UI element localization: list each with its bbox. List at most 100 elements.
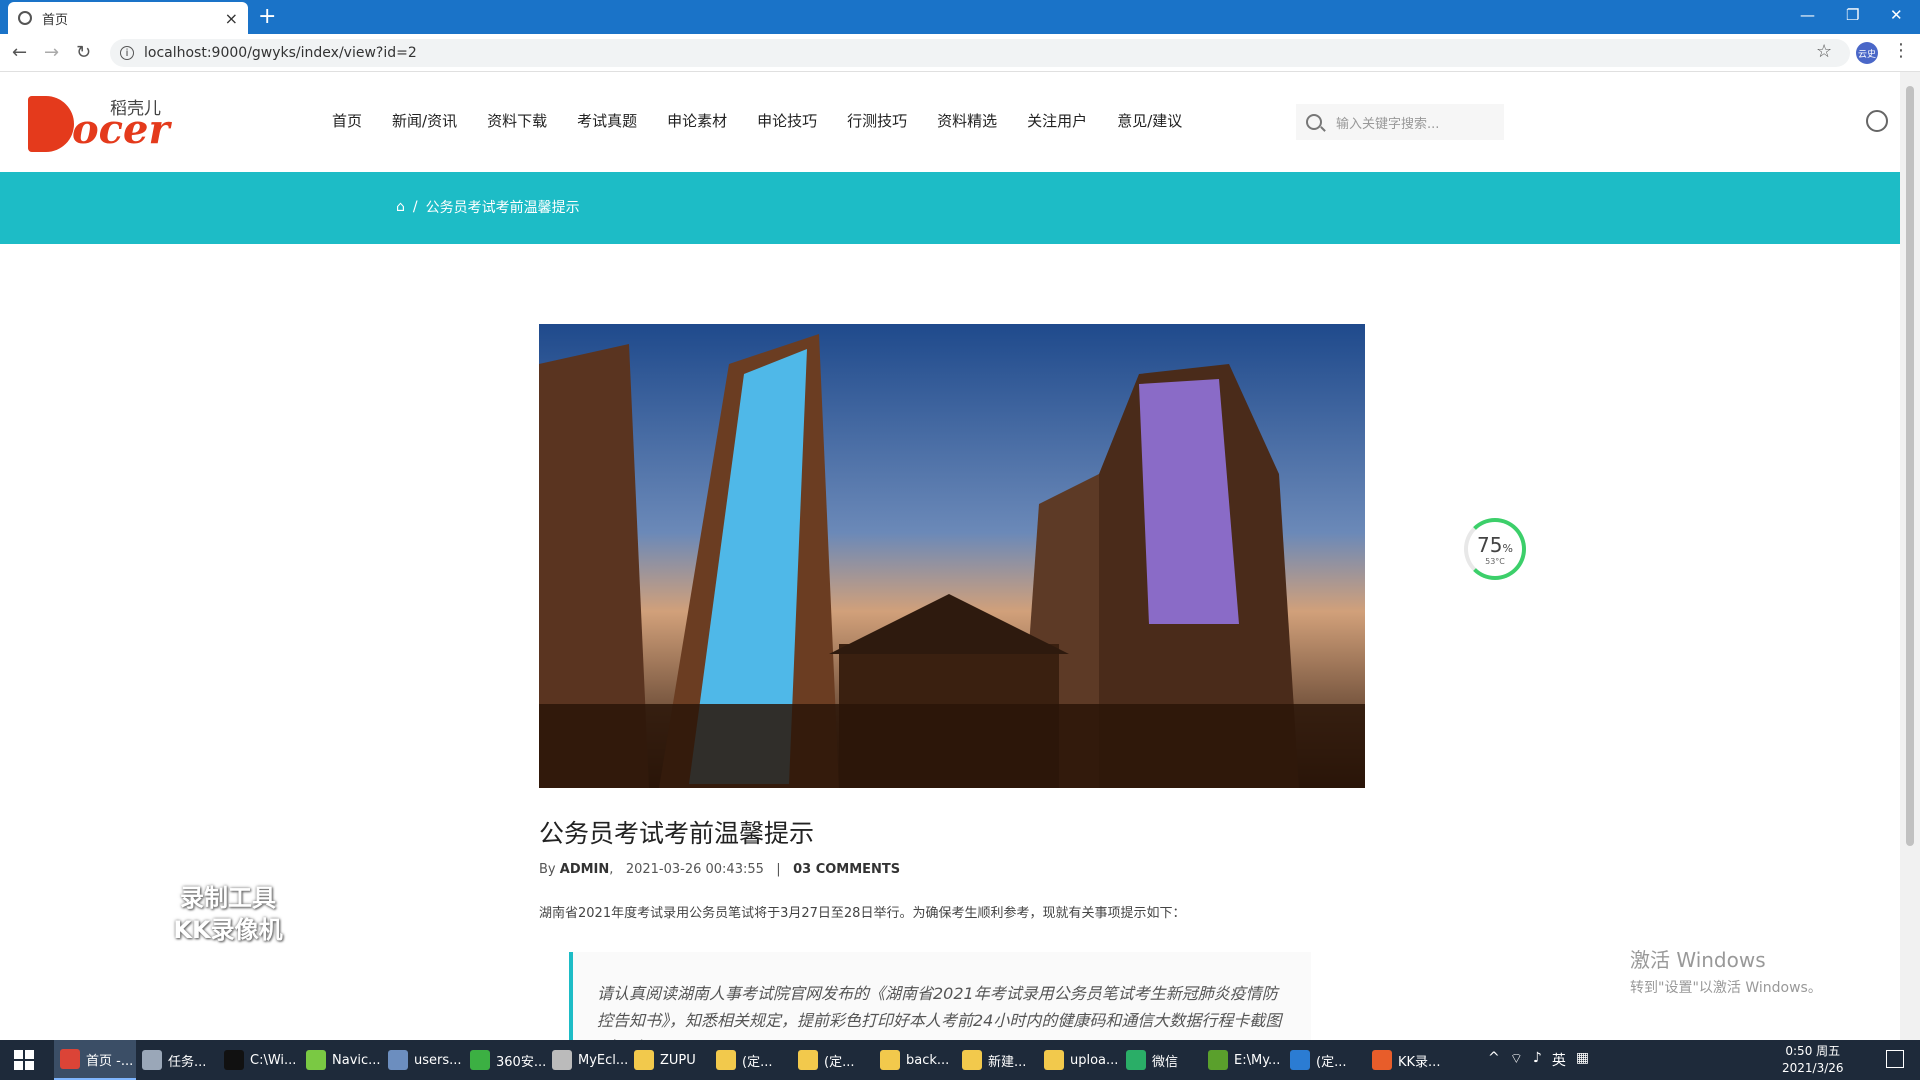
bookmark-star-icon[interactable]: ☆: [1816, 41, 1832, 62]
nav-item-follow-users[interactable]: 关注用户: [1027, 110, 1087, 131]
nav-item-home[interactable]: 首页: [332, 110, 362, 131]
nav-item-essay-tips[interactable]: 申论技巧: [757, 110, 817, 131]
taskbar-item-label: 微信: [1152, 1054, 1179, 1070]
restore-icon[interactable]: ❐: [1846, 6, 1859, 24]
windows-taskbar: 首页 -... 任务... C:\Wi... Navic... users... 360安…: [0, 1040, 1920, 1080]
taskbar-item[interactable]: (定...: [710, 1040, 792, 1080]
network-icon[interactable]: ⌔: [1510, 1050, 1523, 1070]
page-scrollbar[interactable]: [1900, 72, 1920, 1040]
reload-icon[interactable]: ↻: [76, 42, 91, 63]
meta-by: By: [539, 862, 556, 877]
info-icon[interactable]: i: [120, 46, 134, 60]
hotel-towers-illustration: [539, 324, 1365, 788]
nav-item-aptitude-tips[interactable]: 行测技巧: [847, 110, 907, 131]
gauge-value: 75%: [1477, 532, 1513, 557]
taskbar-item[interactable]: KK录...: [1366, 1040, 1448, 1080]
site-header: ocer 稻壳儿 首页 新闻/资讯 资料下载 考试真题 申论素材 申论技巧 行测…: [0, 72, 1900, 172]
nav-item-past-exams[interactable]: 考试真题: [577, 110, 637, 131]
app-icon: [142, 1050, 162, 1070]
minimize-icon[interactable]: —: [1800, 6, 1815, 24]
user-icon[interactable]: [1866, 110, 1888, 132]
nav-item-feedback[interactable]: 意见/建议: [1117, 110, 1182, 131]
taskbar-item[interactable]: back...: [874, 1040, 956, 1080]
taskbar-item[interactable]: 首页 -...: [54, 1040, 136, 1080]
app-icon: [1372, 1050, 1392, 1070]
taskbar-item-label: 新建...: [988, 1054, 1027, 1070]
close-window-icon[interactable]: ✕: [1890, 6, 1903, 24]
breadcrumb: ⌂ / 公务员考试考前温馨提示: [396, 197, 580, 217]
taskbar-item[interactable]: 新建...: [956, 1040, 1038, 1080]
app-icon: [1208, 1050, 1228, 1070]
meta-comments-link[interactable]: 03 COMMENTS: [793, 862, 900, 877]
app-icon: [1290, 1050, 1310, 1070]
breadcrumb-current: 公务员考试考前温馨提示: [425, 200, 580, 216]
app-icon: [552, 1050, 572, 1070]
taskbar-item-label: E:\My...: [1234, 1052, 1281, 1068]
app-icon: [1126, 1050, 1146, 1070]
tray-expand-icon[interactable]: ^: [1488, 1050, 1500, 1070]
memory-gauge-widget[interactable]: 75% 53°C: [1464, 518, 1526, 580]
site-logo[interactable]: ocer 稻壳儿: [28, 96, 170, 153]
taskbar-item-label: MyEcl...: [578, 1052, 628, 1068]
back-icon[interactable]: ←: [12, 42, 27, 63]
taskbar-clock[interactable]: 0:50 周五 2021/3/26: [1782, 1043, 1844, 1077]
forward-icon[interactable]: →: [44, 42, 59, 63]
taskbar-item-label: ZUPU: [660, 1052, 696, 1068]
app-icon: [962, 1050, 982, 1070]
new-tab-button[interactable]: +: [258, 4, 276, 29]
search-box[interactable]: 输入关键字搜索...: [1296, 104, 1504, 140]
notification-center-icon[interactable]: [1886, 1050, 1904, 1068]
main-nav: 首页 新闻/资讯 资料下载 考试真题 申论素材 申论技巧 行测技巧 资料精选 关…: [332, 110, 1212, 131]
taskbar-item[interactable]: 任务...: [136, 1040, 218, 1080]
taskbar-item[interactable]: (定...: [792, 1040, 874, 1080]
scrollbar-thumb[interactable]: [1906, 86, 1914, 846]
app-icon: [634, 1050, 654, 1070]
windows-start-icon[interactable]: [14, 1050, 34, 1070]
taskbar-item-label: KK录...: [1398, 1054, 1441, 1070]
tab-close-button[interactable]: ×: [225, 9, 238, 28]
url-text: localhost:9000/gwyks/index/view?id=2: [144, 45, 417, 61]
article-meta: By ADMIN, 2021-03-26 00:43:55 | 03 COMME…: [539, 862, 901, 877]
input-language[interactable]: 英: [1552, 1050, 1566, 1070]
taskbar-item[interactable]: ZUPU: [628, 1040, 710, 1080]
nav-item-selected-materials[interactable]: 资料精选: [937, 110, 997, 131]
recorder-watermark: 录制工具 KK录像机: [173, 884, 283, 944]
app-icon: [388, 1050, 408, 1070]
app-icon: [60, 1049, 80, 1069]
tab-home[interactable]: 首页 ×: [8, 2, 248, 34]
taskbar-item[interactable]: C:\Wi...: [218, 1040, 300, 1080]
app-icon: [880, 1050, 900, 1070]
taskbar-item[interactable]: users...: [382, 1040, 464, 1080]
taskbar-item[interactable]: (定...: [1284, 1040, 1366, 1080]
ime-grid-icon[interactable]: ▦: [1576, 1050, 1589, 1070]
url-field[interactable]: i localhost:9000/gwyks/index/view?id=2: [110, 39, 1850, 67]
taskbar-item[interactable]: Navic...: [300, 1040, 382, 1080]
breadcrumb-separator: /: [412, 199, 418, 215]
nav-item-essay-material[interactable]: 申论素材: [667, 110, 727, 131]
nav-item-downloads[interactable]: 资料下载: [487, 110, 547, 131]
app-icon: [306, 1050, 326, 1070]
search-input-placeholder: 输入关键字搜索...: [1336, 116, 1440, 132]
activation-subtitle: 转到"设置"以激活 Windows。: [1630, 980, 1822, 996]
logo-d-mark: [28, 96, 74, 152]
taskbar-item[interactable]: 微信: [1120, 1040, 1202, 1080]
search-icon[interactable]: [1306, 114, 1322, 130]
nav-item-news[interactable]: 新闻/资讯: [392, 110, 457, 131]
taskbar-item-label: 任务...: [168, 1054, 207, 1070]
meta-author-link[interactable]: ADMIN: [560, 862, 610, 877]
home-icon[interactable]: ⌂: [396, 199, 405, 215]
browser-menu-icon[interactable]: ⋮: [1892, 40, 1910, 61]
system-tray: ^ ⌔ ♪ 英 ▦: [1488, 1050, 1589, 1070]
article-blockquote: 请认真阅读湖南人事考试院官网发布的《湖南省2021年考试录用公务员笔试考生新冠肺…: [569, 952, 1311, 1042]
profile-avatar[interactable]: 云史: [1856, 42, 1878, 64]
taskbar-item[interactable]: E:\My...: [1202, 1040, 1284, 1080]
app-icon: [716, 1050, 736, 1070]
taskbar-item-label: users...: [414, 1052, 462, 1068]
taskbar-item[interactable]: uploa...: [1038, 1040, 1120, 1080]
app-icon: [470, 1050, 490, 1070]
volume-icon[interactable]: ♪: [1533, 1050, 1542, 1070]
globe-icon: [18, 11, 32, 25]
logo-cn-text: 稻壳儿: [110, 99, 161, 119]
taskbar-item[interactable]: MyEcl...: [546, 1040, 628, 1080]
taskbar-item[interactable]: 360安...: [464, 1040, 546, 1080]
